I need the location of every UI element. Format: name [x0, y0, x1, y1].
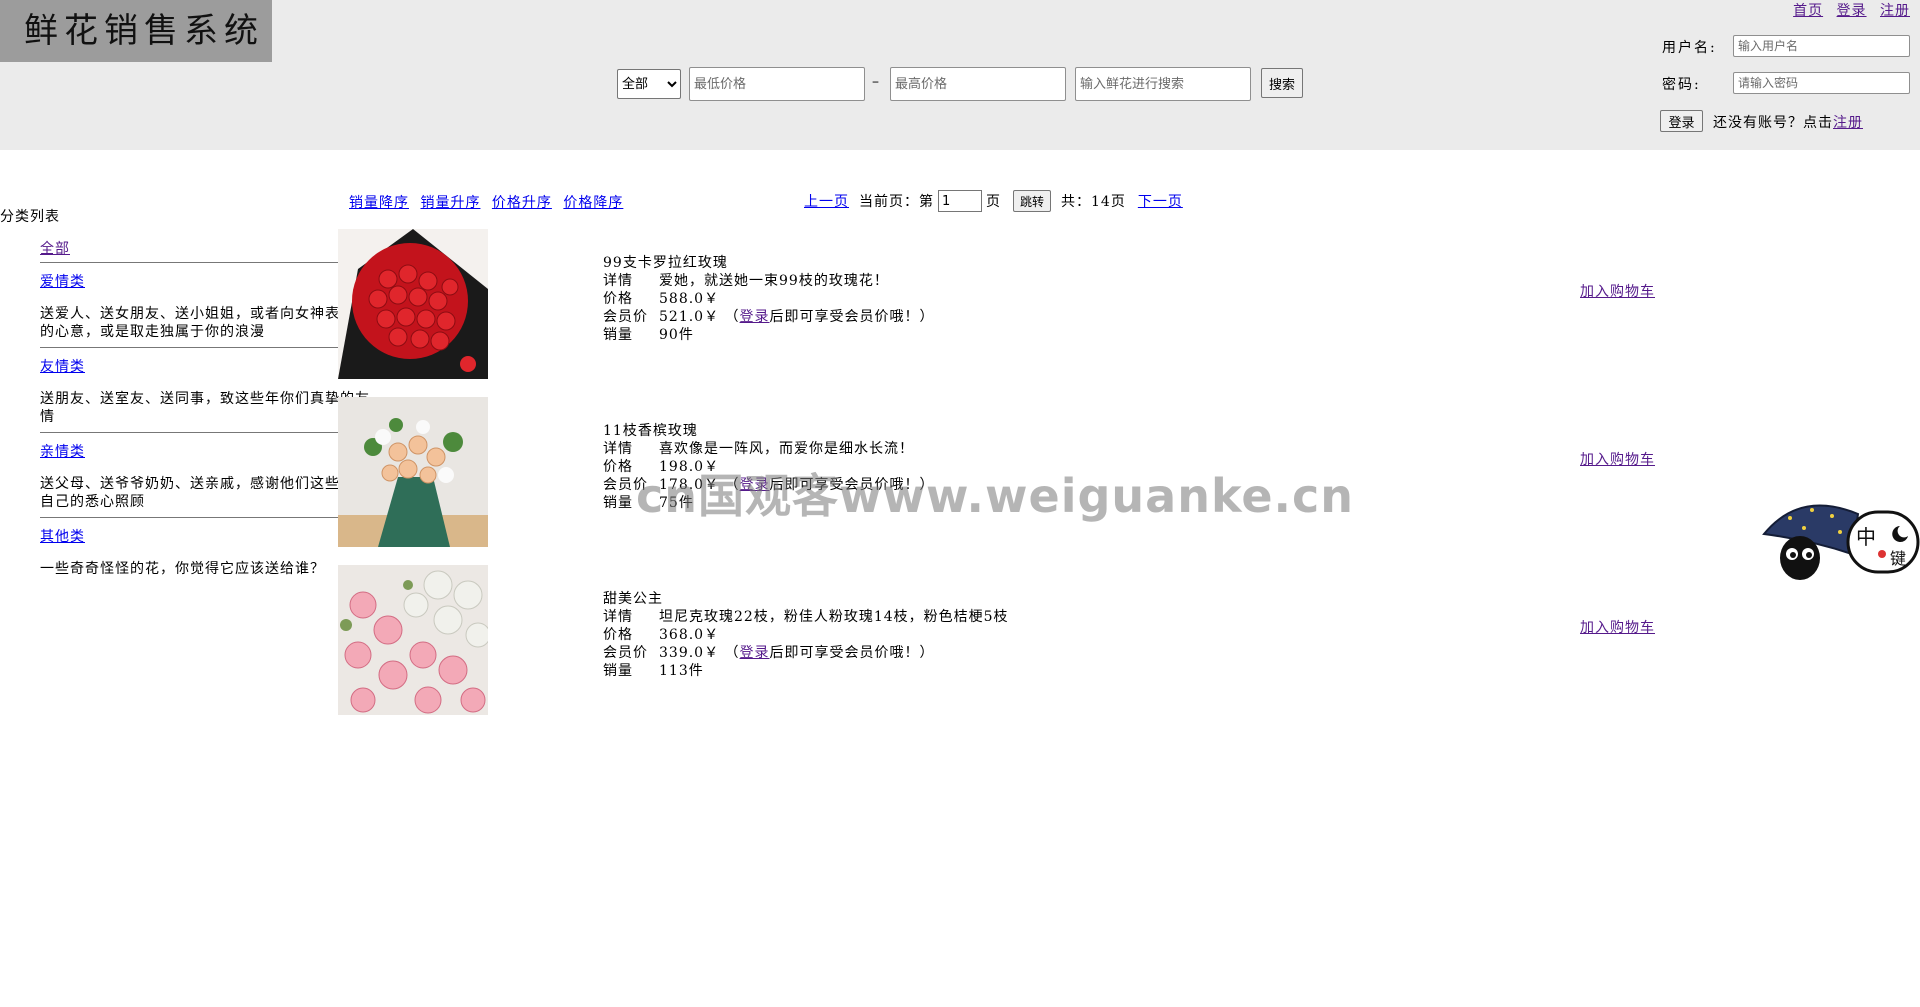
add-to-cart-link[interactable]: 加入购物车: [1580, 281, 1655, 301]
product-info: 99支卡罗拉红玫瑰 详情 爱她，就送她一束99枝的玫瑰花！ 价格 588.0￥ 会员…: [603, 254, 935, 344]
category-desc: 送父母、送爷爷奶奶、送亲戚，感谢他们这些年对自己的悉心照顾: [40, 476, 370, 510]
password-input[interactable]: [1733, 72, 1910, 94]
product-member-price: 339.0￥: [659, 645, 720, 661]
register-link[interactable]: 注册: [1880, 3, 1910, 19]
category-item: 亲情类 送父母、送爷爷奶奶、送亲戚，感谢他们这些年对自己的悉心照顾: [40, 441, 385, 518]
product-price: 368.0￥: [659, 627, 720, 643]
page-suffix: 页: [986, 194, 1001, 210]
category-item: 友情类 送朋友、送室友、送同事，致这些年你们真挚的友情: [40, 356, 385, 433]
username-label: 用户名:: [1662, 40, 1717, 56]
product-image-champagne-roses[interactable]: [338, 397, 488, 547]
page-number-input[interactable]: [938, 190, 982, 212]
member-note-suffix: 后即可享受会员价哦！）: [769, 645, 935, 661]
mascot-text-top: 中: [1856, 525, 1876, 549]
username-input[interactable]: [1733, 35, 1910, 57]
product-sales: 90件: [659, 327, 694, 343]
login-button[interactable]: 登录: [1660, 110, 1703, 132]
category-list: 全部 爱情类 送爱人、送女朋友、送小姐姐，或者向女神表明你的心意，或是取走独属于…: [40, 230, 385, 592]
register-hint-link[interactable]: 注册: [1833, 115, 1863, 131]
category-desc: 一些奇奇怪怪的花，你觉得它应该送给谁？: [40, 561, 325, 577]
sort-sales-desc[interactable]: 销量降序: [349, 195, 409, 211]
detail-label: 详情: [603, 273, 633, 289]
sort-price-asc[interactable]: 价格升序: [492, 195, 552, 211]
header: 鲜花销售系统 首页 登录 注册 全部 – 搜索 用户名: 密码: 登录 还没有账…: [0, 0, 1920, 150]
member-login-link[interactable]: 登录: [740, 645, 770, 661]
category-link-all[interactable]: 全部: [40, 238, 385, 258]
category-link-love[interactable]: 爱情类: [40, 271, 385, 291]
watermark: cn国观客www.weiguanke.cn: [636, 469, 1355, 523]
price-label: 价格: [603, 291, 633, 307]
sort-bar: 销量降序 销量升序 价格升序 价格降序: [349, 192, 629, 212]
member-price-label: 会员价: [603, 309, 648, 325]
search-button[interactable]: 搜索: [1261, 68, 1303, 98]
category-link-other[interactable]: 其他类: [40, 526, 385, 546]
mascot-text-side: 键: [1890, 549, 1906, 568]
top-links: 首页 登录 注册: [1785, 0, 1910, 20]
product-detail: 坦尼克玫瑰22枝，粉佳人粉玫瑰14枝，粉色桔梗5枝: [659, 609, 1009, 625]
sort-sales-asc[interactable]: 销量升序: [420, 195, 480, 211]
product-name: 99支卡罗拉红玫瑰: [603, 255, 728, 271]
keyword-search-input[interactable]: [1075, 67, 1251, 101]
current-page-label: 当前页：第: [859, 194, 934, 210]
prev-page-link[interactable]: 上一页: [804, 191, 849, 211]
home-link[interactable]: 首页: [1793, 3, 1823, 19]
password-label: 密码:: [1662, 77, 1701, 93]
sales-label: 销量: [603, 327, 633, 343]
category-desc: 送朋友、送室友、送同事，致这些年你们真挚的友情: [40, 391, 370, 425]
product-detail: 喜欢像是一阵风，而爱你是细水长流！: [659, 441, 914, 457]
category-desc: 送爱人、送女朋友、送小姐姐，或者向女神表明你的心意，或是取走独属于你的浪漫: [40, 306, 370, 340]
sales-label: 销量: [603, 663, 633, 679]
category-link-family[interactable]: 亲情类: [40, 441, 385, 461]
detail-label: 详情: [603, 609, 633, 625]
product-detail: 爱她，就送她一束99枝的玫瑰花！: [659, 273, 889, 289]
category-item: 其他类 一些奇奇怪怪的花，你觉得它应该送给谁？: [40, 526, 385, 584]
detail-label: 详情: [603, 441, 633, 457]
member-price-label: 会员价: [603, 645, 648, 661]
product-image-sweet-princess[interactable]: [338, 565, 488, 715]
max-price-input[interactable]: [890, 67, 1066, 101]
next-page-link[interactable]: 下一页: [1138, 191, 1183, 211]
category-link-friendship[interactable]: 友情类: [40, 356, 385, 376]
member-login-link[interactable]: 登录: [740, 309, 770, 325]
min-price-input[interactable]: [689, 67, 865, 101]
login-link[interactable]: 登录: [1837, 3, 1867, 19]
pagination: 上一页 当前页：第 页 跳转 共：14页 下一页: [804, 190, 1183, 212]
register-hint: 还没有账号？点击注册: [1713, 112, 1863, 132]
price-label: 价格: [603, 627, 633, 643]
member-note-suffix: 后即可享受会员价哦！）: [769, 309, 935, 325]
sort-price-desc[interactable]: 价格降序: [563, 195, 623, 211]
umbrella-cat-icon[interactable]: 中 键: [1760, 494, 1920, 594]
product-name: 11枝香槟玫瑰: [603, 423, 698, 439]
register-hint-text: 还没有账号？点击: [1713, 115, 1833, 131]
add-to-cart-link[interactable]: 加入购物车: [1580, 617, 1655, 637]
price-range-dash: –: [872, 74, 879, 90]
product-info: 甜美公主 详情 坦尼克玫瑰22枝，粉佳人粉玫瑰14枝，粉色桔梗5枝 价格 368.0…: [603, 590, 1009, 680]
add-to-cart-link[interactable]: 加入购物车: [1580, 449, 1655, 469]
category-list-title: 分类列表: [0, 209, 60, 225]
product-sales: 113件: [659, 663, 704, 679]
product-price: 588.0￥: [659, 291, 720, 307]
product-image-red-roses[interactable]: [338, 229, 488, 379]
category-item: 全部: [40, 238, 385, 263]
category-select[interactable]: 全部: [617, 69, 681, 99]
product-name: 甜美公主: [603, 591, 663, 607]
category-item: 爱情类 送爱人、送女朋友、送小姐姐，或者向女神表明你的心意，或是取走独属于你的浪…: [40, 271, 385, 348]
site-logo: 鲜花销售系统: [0, 0, 272, 62]
member-note-prefix: （: [724, 309, 740, 325]
member-note-prefix: （: [724, 645, 740, 661]
product-member-price: 521.0￥: [659, 309, 720, 325]
total-pages: 共：14页: [1061, 194, 1126, 210]
jump-button[interactable]: 跳转: [1013, 190, 1052, 212]
